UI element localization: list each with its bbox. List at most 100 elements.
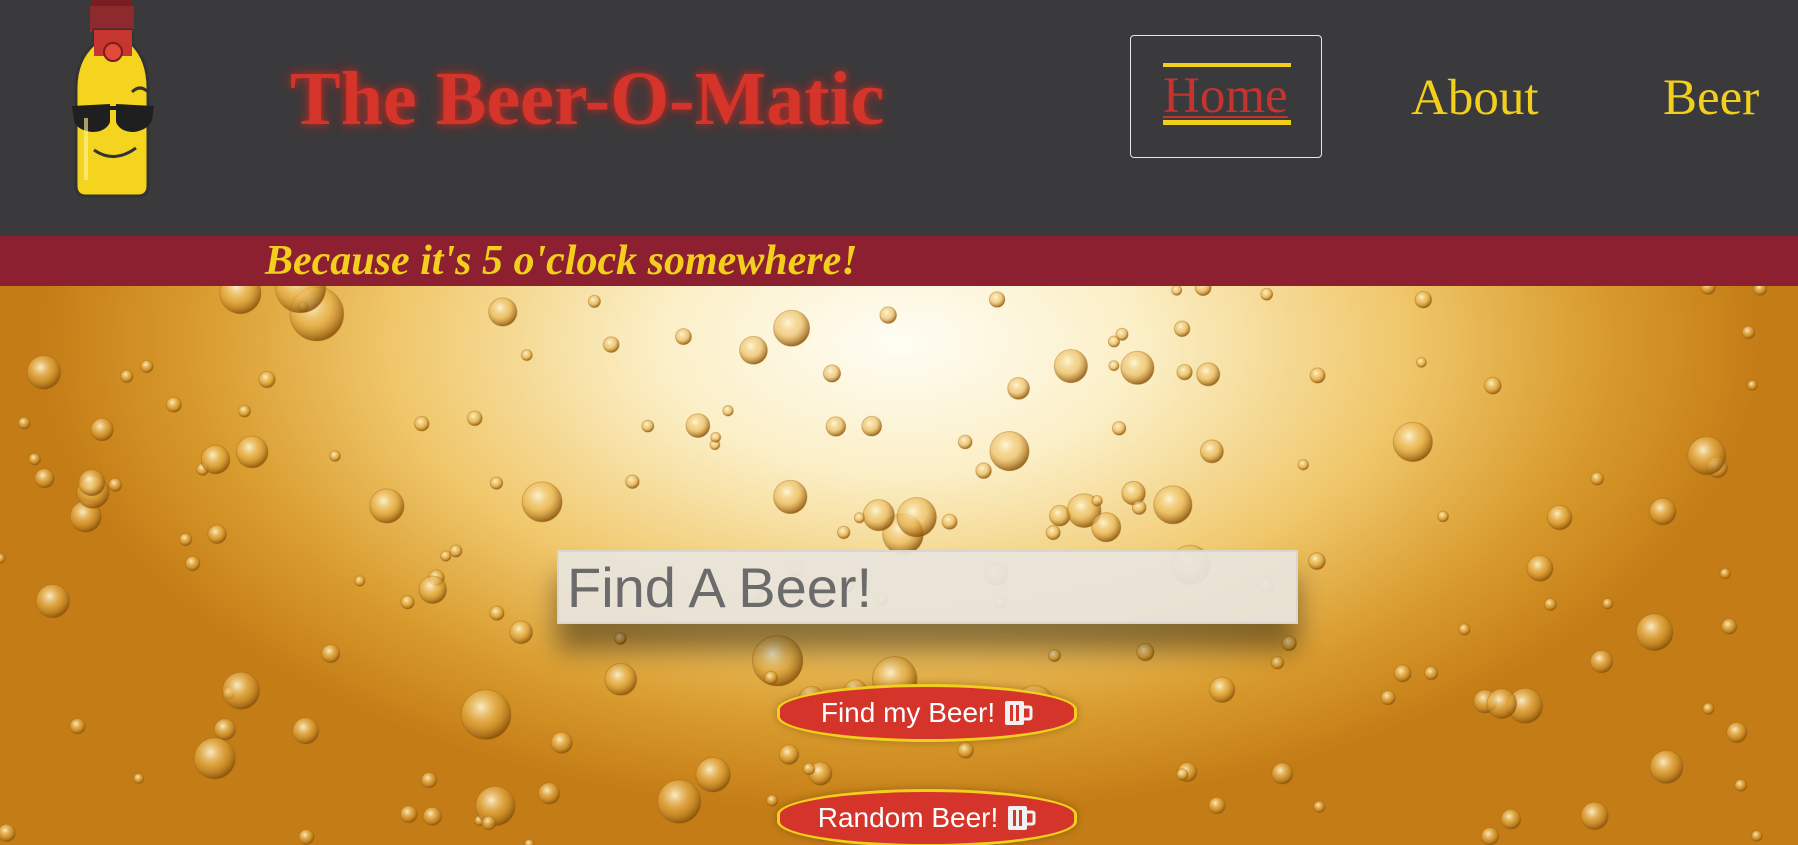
bubble bbox=[193, 737, 236, 780]
bubble bbox=[764, 670, 778, 685]
bubble bbox=[69, 718, 86, 735]
bubble bbox=[1111, 421, 1127, 436]
nav-beer-link[interactable]: Beer bbox=[1663, 68, 1759, 128]
bubble bbox=[219, 286, 262, 315]
bubble bbox=[200, 444, 231, 475]
bubble bbox=[1313, 800, 1326, 813]
bubble bbox=[1171, 286, 1183, 296]
bubble bbox=[822, 364, 842, 383]
bubble bbox=[1458, 623, 1471, 636]
bubble bbox=[235, 435, 269, 469]
bubble bbox=[1260, 287, 1274, 301]
bubble bbox=[1199, 439, 1224, 464]
bubble bbox=[675, 328, 692, 346]
bubble bbox=[488, 297, 518, 327]
bubble bbox=[440, 550, 452, 562]
bubble bbox=[329, 450, 341, 462]
bubble bbox=[773, 479, 808, 515]
bubble bbox=[1750, 830, 1763, 842]
bubble bbox=[1734, 778, 1748, 792]
bubble bbox=[802, 762, 816, 776]
bubble bbox=[418, 575, 448, 605]
bubble bbox=[292, 717, 320, 745]
bubble bbox=[989, 431, 1030, 472]
bubble bbox=[1741, 325, 1756, 340]
bubble bbox=[120, 369, 134, 384]
bubble bbox=[1415, 356, 1427, 368]
bubble bbox=[0, 552, 6, 564]
bubble bbox=[1281, 635, 1297, 652]
bubble bbox=[369, 488, 405, 524]
bubble bbox=[1194, 286, 1212, 297]
bubble bbox=[34, 468, 55, 489]
bubble bbox=[90, 417, 114, 442]
hero-section: Find my Beer! Random Beer! bbox=[0, 286, 1798, 845]
bubble bbox=[550, 731, 573, 754]
find-my-beer-button[interactable]: Find my Beer! bbox=[777, 684, 1077, 742]
bubble bbox=[140, 359, 154, 374]
bubble bbox=[28, 452, 41, 466]
bubble bbox=[35, 583, 70, 619]
bubble bbox=[520, 349, 533, 362]
bubble bbox=[537, 782, 561, 805]
bubble bbox=[399, 805, 418, 824]
bubble bbox=[1047, 648, 1062, 663]
bubble bbox=[1007, 377, 1030, 400]
bubble bbox=[1700, 286, 1716, 295]
bubble bbox=[766, 794, 779, 807]
bubble bbox=[221, 671, 261, 710]
bubble bbox=[1173, 320, 1191, 338]
bubble bbox=[1726, 721, 1748, 744]
bubble bbox=[1393, 664, 1412, 683]
bubble bbox=[1702, 702, 1715, 715]
bubble bbox=[825, 416, 847, 437]
site-title: The Beer-O-Matic bbox=[290, 57, 885, 141]
bubble bbox=[1546, 504, 1573, 531]
bubble bbox=[836, 525, 851, 540]
nav-home-link[interactable]: Home bbox=[1130, 35, 1322, 158]
bubble bbox=[17, 416, 31, 430]
bubble bbox=[1687, 436, 1727, 476]
bubble bbox=[1392, 421, 1434, 463]
bubble bbox=[354, 575, 366, 587]
bubble bbox=[975, 462, 992, 479]
bubble bbox=[213, 718, 237, 741]
nav-about-link[interactable]: About bbox=[1411, 68, 1539, 128]
bubble bbox=[26, 355, 62, 390]
bubble bbox=[1580, 801, 1609, 831]
bubble bbox=[165, 396, 182, 413]
bubble bbox=[1091, 495, 1103, 507]
bubble bbox=[1414, 290, 1433, 309]
beer-mug-icon bbox=[1008, 806, 1036, 830]
bubble bbox=[466, 410, 483, 427]
bubble bbox=[1635, 613, 1674, 652]
bubble bbox=[685, 413, 711, 439]
bubble bbox=[481, 815, 497, 831]
beer-search-input[interactable] bbox=[557, 550, 1298, 624]
bubble bbox=[1107, 335, 1121, 348]
bubble bbox=[957, 742, 975, 759]
bubble bbox=[1108, 360, 1120, 372]
beer-mug-icon bbox=[1005, 701, 1033, 725]
random-beer-button[interactable]: Random Beer! bbox=[777, 789, 1077, 845]
bubble bbox=[178, 532, 193, 547]
bubble bbox=[625, 474, 640, 489]
bubble bbox=[298, 829, 315, 845]
bubble bbox=[1196, 362, 1221, 387]
bubble bbox=[641, 419, 655, 433]
bubble bbox=[1270, 655, 1285, 670]
bubble bbox=[1746, 379, 1758, 391]
beer-bottle-sunglasses-icon[interactable] bbox=[58, 0, 170, 200]
bubble bbox=[207, 524, 227, 545]
bubble bbox=[1175, 768, 1189, 781]
bubble bbox=[988, 291, 1006, 308]
bubble bbox=[1719, 567, 1731, 580]
bubble bbox=[1589, 649, 1614, 674]
bubble bbox=[1483, 376, 1502, 395]
bubble bbox=[1720, 618, 1738, 635]
bubble bbox=[1307, 552, 1326, 571]
bubble bbox=[1601, 597, 1614, 610]
bubble bbox=[489, 476, 504, 490]
bubble bbox=[1590, 471, 1605, 486]
bubble bbox=[1091, 512, 1122, 543]
